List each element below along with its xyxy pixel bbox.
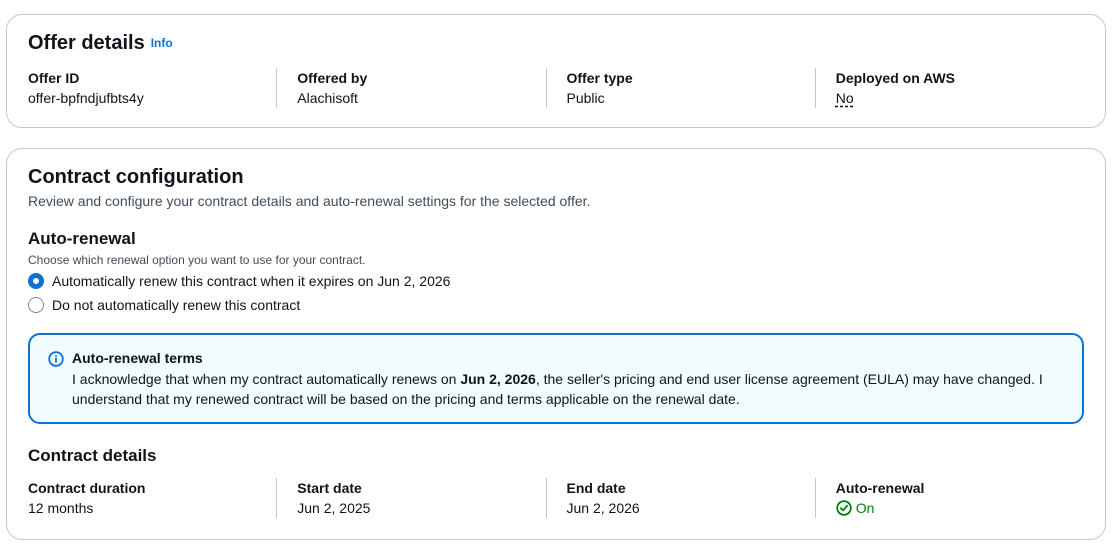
- deployed-on-aws-field: Deployed on AWS No: [814, 68, 1084, 108]
- radio-unselected-icon[interactable]: [28, 297, 44, 313]
- offer-fields: Offer ID offer-bpfndjufbts4y Offered by …: [28, 68, 1084, 108]
- offer-type-field: Offer type Public: [545, 68, 815, 108]
- start-date-field: Start date Jun 2, 2025: [276, 478, 545, 518]
- contract-details-title: Contract details: [28, 446, 157, 465]
- contract-duration-value: 12 months: [28, 500, 94, 516]
- contract-duration-label: Contract duration: [28, 480, 146, 496]
- end-date-field: End date Jun 2, 2026: [545, 478, 815, 518]
- offer-id-field: Offer ID offer-bpfndjufbts4y: [28, 68, 276, 108]
- deployed-on-aws-label: Deployed on AWS: [835, 70, 956, 86]
- offered-by-value: Alachisoft: [297, 90, 358, 106]
- offer-type-label: Offer type: [566, 70, 633, 86]
- radio-no-auto-renew[interactable]: Do not automatically renew this contract: [28, 297, 300, 313]
- alert-title: Auto-renewal terms: [72, 350, 203, 366]
- auto-renewal-status-label: Auto-renewal: [835, 480, 925, 496]
- radio-selected-icon[interactable]: [28, 273, 44, 289]
- deployed-on-aws-value[interactable]: No: [836, 90, 854, 106]
- contract-details-fields: Contract duration 12 months Start date J…: [28, 478, 1084, 518]
- offer-id-value: offer-bpfndjufbts4y: [28, 90, 144, 106]
- offer-details-card: Offer details Info Offer ID offer-bpfndju…: [6, 14, 1106, 128]
- auto-renewal-status-value: On: [855, 500, 875, 516]
- offer-id-label: Offer ID: [28, 70, 80, 86]
- auto-renewal-description: Choose which renewal option you want to …: [28, 253, 366, 267]
- start-date-value: Jun 2, 2025: [297, 500, 371, 516]
- info-link[interactable]: Info: [151, 36, 173, 50]
- offered-by-label: Offered by: [297, 70, 368, 86]
- auto-renewal-title: Auto-renewal: [28, 229, 136, 248]
- contract-duration-field: Contract duration 12 months: [28, 478, 276, 518]
- start-date-label: Start date: [297, 480, 362, 496]
- radio-auto-renew-label: Automatically renew this contract when i…: [52, 273, 451, 289]
- auto-renewal-status: On: [836, 498, 875, 518]
- radio-no-auto-renew-label: Do not automatically renew this contract: [52, 297, 301, 313]
- offer-type-value: Public: [566, 90, 605, 106]
- contract-configuration-title: Contract configuration: [28, 166, 244, 188]
- alert-text: I acknowledge that when my contract auto…: [72, 371, 1043, 407]
- contract-configuration-description: Review and configure your contract detai…: [28, 193, 591, 209]
- end-date-value: Jun 2, 2026: [566, 500, 640, 516]
- radio-auto-renew[interactable]: Automatically renew this contract when i…: [28, 273, 450, 289]
- info-circle-icon: [48, 351, 64, 367]
- offer-details-header: Offer details Info: [28, 32, 173, 55]
- auto-renewal-terms-alert: Auto-renewal terms I acknowledge that wh…: [28, 333, 1084, 424]
- end-date-label: End date: [566, 480, 626, 496]
- offered-by-field: Offered by Alachisoft: [276, 68, 545, 108]
- auto-renewal-status-field: Auto-renewal On: [814, 478, 1084, 518]
- contract-configuration-card: Contract configuration Review and config…: [6, 148, 1106, 540]
- offer-details-title: Offer details: [28, 32, 145, 54]
- renewal-date-bold: Jun 2, 2026: [460, 371, 536, 387]
- check-circle-icon: [836, 500, 852, 516]
